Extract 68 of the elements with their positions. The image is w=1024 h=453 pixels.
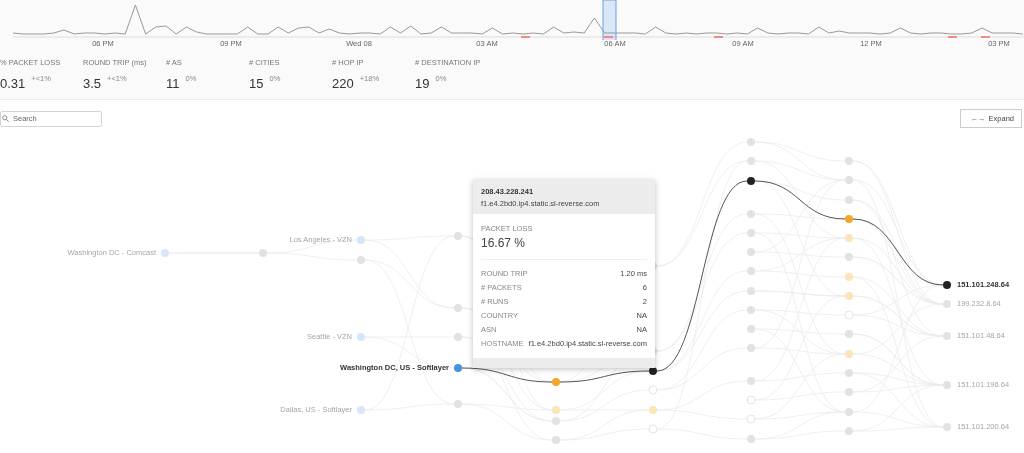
hop-node[interactable]: [747, 287, 755, 295]
tooltip-metric-value: 16.67 %: [481, 236, 647, 260]
loss-marker-icon: [521, 36, 530, 38]
stat-value: 11: [166, 76, 180, 91]
hop-node[interactable]: [454, 400, 462, 408]
hop-node[interactable]: [747, 344, 755, 352]
time-range-brush[interactable]: [602, 0, 617, 40]
hop-node[interactable]: [747, 325, 755, 333]
hop-node[interactable]: [943, 300, 951, 308]
hop-node[interactable]: [845, 253, 853, 261]
hop-node[interactable]: [845, 234, 853, 242]
hop-node[interactable]: [454, 364, 462, 372]
hop-node[interactable]: [552, 417, 560, 425]
hop-node[interactable]: [845, 157, 853, 165]
hop-node[interactable]: [747, 377, 755, 385]
hop-node[interactable]: [845, 427, 853, 435]
hop-node[interactable]: [747, 157, 755, 165]
hop-node[interactable]: [747, 229, 755, 237]
hop-node[interactable]: [845, 273, 853, 281]
hop-node[interactable]: [357, 256, 365, 264]
hop-node[interactable]: [845, 292, 853, 300]
hop-node[interactable]: [845, 408, 853, 416]
hop-node[interactable]: [845, 176, 853, 184]
stat-value: 19: [415, 76, 430, 91]
loss-marker-icon: [948, 36, 957, 38]
hop-node[interactable]: [747, 138, 755, 146]
hop-node[interactable]: [943, 381, 951, 389]
hop-node[interactable]: [454, 304, 462, 312]
hop-node[interactable]: [747, 177, 755, 185]
hop-node[interactable]: [845, 196, 853, 204]
hop-node[interactable]: [454, 333, 462, 341]
hop-node[interactable]: [845, 369, 853, 377]
hop-node[interactable]: [845, 215, 853, 223]
stat-value: 15: [249, 76, 264, 91]
hop-node[interactable]: [747, 210, 755, 218]
hop-node[interactable]: [552, 406, 560, 414]
hop-node[interactable]: [649, 367, 657, 375]
hop-node[interactable]: [747, 267, 755, 275]
hop-node[interactable]: [161, 249, 169, 257]
hop-node[interactable]: [454, 232, 462, 240]
hop-node[interactable]: [844, 310, 854, 320]
hop-node[interactable]: [747, 306, 755, 314]
hop-node[interactable]: [552, 436, 560, 444]
hop-node[interactable]: [845, 388, 853, 396]
hop-node[interactable]: [746, 414, 756, 424]
hop-node[interactable]: [845, 330, 853, 338]
hop-node[interactable]: [943, 423, 951, 431]
hop-node[interactable]: [747, 435, 755, 443]
hop-node[interactable]: [649, 406, 657, 414]
hop-node[interactable]: [552, 378, 560, 386]
hop-node[interactable]: [746, 395, 756, 405]
stat-value: 220: [332, 76, 354, 91]
loss-marker-icon: [714, 36, 723, 38]
hop-node[interactable]: [357, 406, 365, 414]
stat-value: 3.5: [83, 76, 102, 91]
hop-node[interactable]: [943, 281, 951, 289]
hop-node[interactable]: [648, 385, 658, 395]
loss-marker-icon: [604, 36, 613, 38]
stat-value: 0.31: [0, 76, 26, 91]
hop-node[interactable]: [845, 350, 853, 358]
loss-marker-icon: [981, 36, 990, 38]
hop-node[interactable]: [259, 249, 267, 257]
hop-node[interactable]: [648, 424, 658, 434]
hop-node[interactable]: [747, 248, 755, 256]
hop-node[interactable]: [357, 333, 365, 341]
hop-node[interactable]: [943, 332, 951, 340]
hop-node[interactable]: [357, 236, 365, 244]
search-icon: [2, 114, 9, 122]
